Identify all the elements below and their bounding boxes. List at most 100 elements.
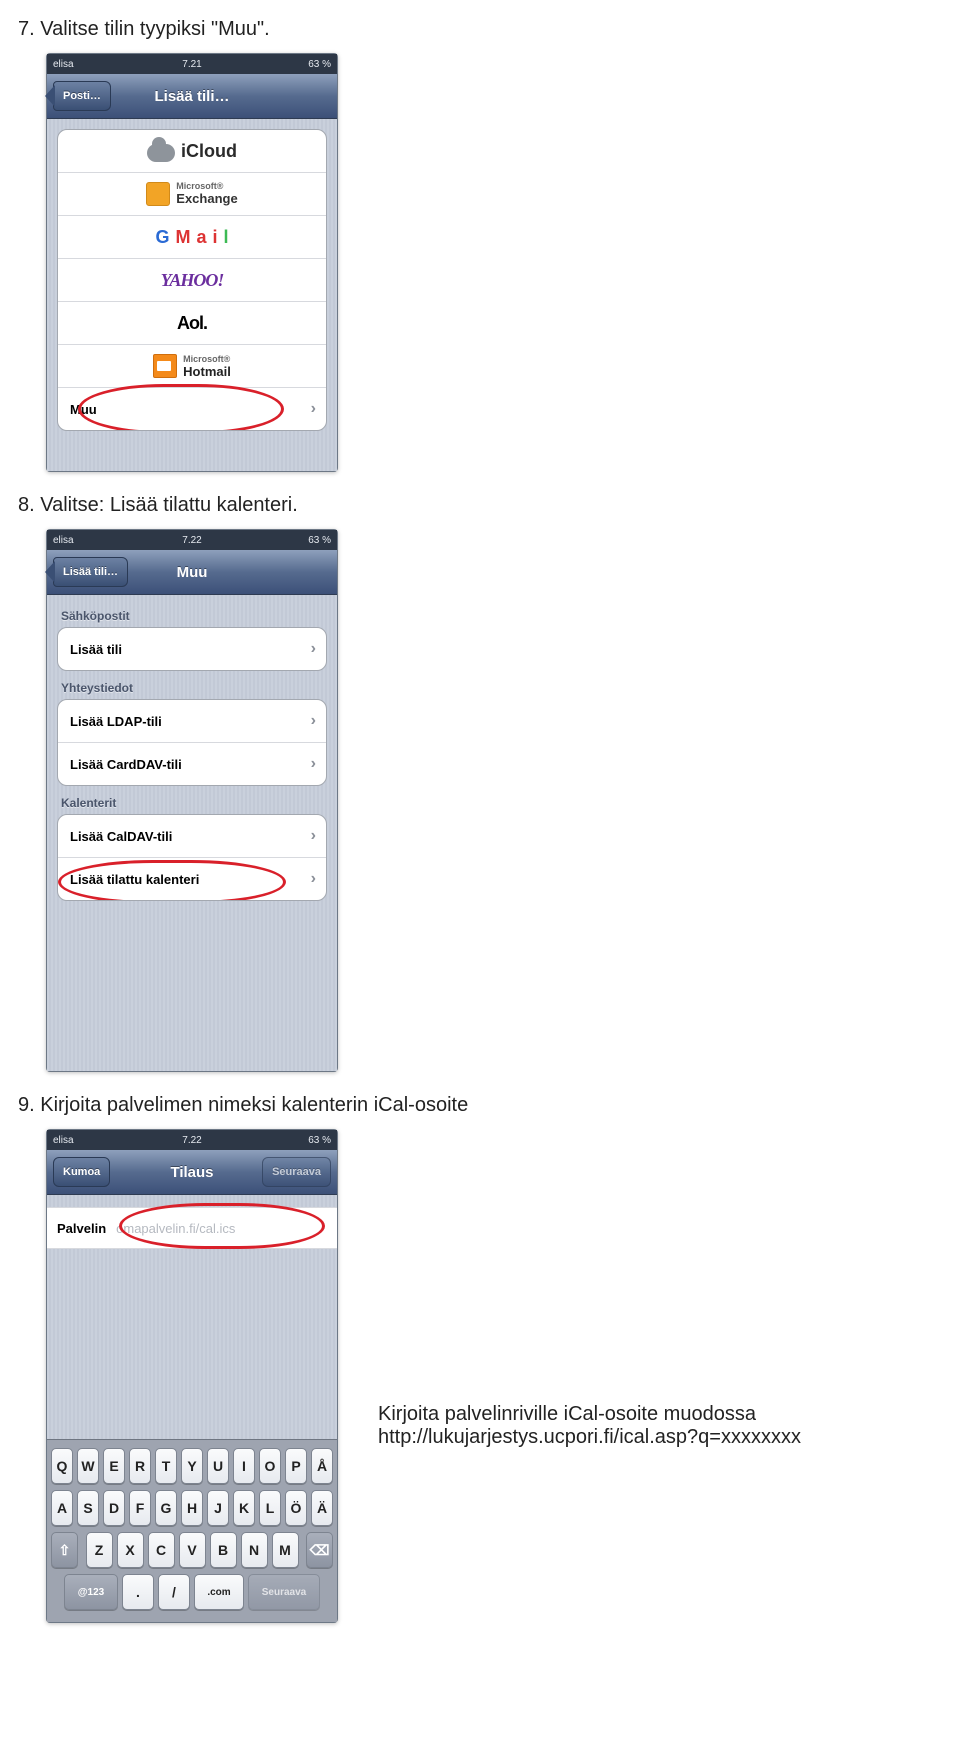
cloud-icon [147,144,175,162]
key-e[interactable]: E [103,1448,125,1484]
carrier-label: elisa [53,1135,74,1146]
step-9: 9. Kirjoita palvelimen nimeksi kalenteri… [18,1094,942,1669]
key-t[interactable]: T [155,1448,177,1484]
status-bar: elisa 7.22 63 % [47,530,337,550]
key-s[interactable]: S [77,1490,99,1526]
exchange-icon [146,182,170,206]
key-a[interactable]: A [51,1490,73,1526]
chevron-right-icon: › [311,712,316,730]
key-r[interactable]: R [129,1448,151,1484]
key-n[interactable]: N [241,1532,268,1568]
carrier-label: elisa [53,59,74,70]
back-button[interactable]: Lisää tili… [53,557,128,587]
key-ö[interactable]: Ö [285,1490,307,1526]
key-c[interactable]: C [148,1532,175,1568]
navbar-title: Lisää tili… [154,88,229,105]
provider-muu[interactable]: Muu › [58,387,326,430]
key-j[interactable]: J [207,1490,229,1526]
status-time: 7.21 [182,59,201,70]
dot-key[interactable]: . [122,1574,154,1610]
group-contacts: Lisää LDAP-tili › Lisää CardDAV-tili › [57,699,327,786]
key-ä[interactable]: Ä [311,1490,333,1526]
step-7-text: 7. Valitse tilin tyypiksi "Muu". [18,18,942,41]
key-u[interactable]: U [207,1448,229,1484]
row-lisaa-tili[interactable]: Lisää tili › [58,628,326,670]
key-h[interactable]: H [181,1490,203,1526]
content-area: iCloud Microsoft®Exchange GMail YAHOO! A… [47,119,337,441]
battery-label: 63 % [308,1135,331,1146]
group-calendars: Lisää CalDAV-tili › Lisää tilattu kalent… [57,814,327,901]
key-o[interactable]: O [259,1448,281,1484]
section-yhteystiedot: Yhteystiedot [61,681,323,695]
server-field-row[interactable]: Palvelin omapalvelin.fi/cal.ics [47,1207,337,1249]
provider-aol[interactable]: Aol. [58,301,326,344]
key-y[interactable]: Y [181,1448,203,1484]
content-area: Sähköpostit Lisää tili › Yhteystiedot Li… [47,595,337,911]
key-w[interactable]: W [77,1448,99,1484]
back-button[interactable]: Posti… [53,81,111,111]
note-line-2: http://lukujarjestys.ucpori.fi/ical.asp?… [378,1426,938,1449]
row-lisaa-tilattu-kalenteri[interactable]: Lisää tilattu kalenteri › [58,857,326,900]
group-email: Lisää tili › [57,627,327,671]
section-kalenterit: Kalenterit [61,796,323,810]
phone-screenshot-3: elisa 7.22 63 % Kumoa Tilaus Seuraava Pa… [46,1129,338,1623]
key-l[interactable]: L [259,1490,281,1526]
row-lisaa-ldap[interactable]: Lisää LDAP-tili › [58,700,326,742]
key-x[interactable]: X [117,1532,144,1568]
next-button[interactable]: Seuraava [262,1157,331,1187]
status-time: 7.22 [182,535,201,546]
keyboard-row-4: @123 . / .com Seuraava [51,1574,333,1610]
shift-key[interactable]: ⇧ [51,1532,78,1568]
section-sahkopostit: Sähköpostit [61,609,323,623]
backspace-key[interactable]: ⌫ [306,1532,333,1568]
slash-key[interactable]: / [158,1574,190,1610]
keyboard-row-3: ⇧ ZXCVBNM ⌫ [51,1532,333,1568]
keyboard-row-2: ASDFGHJKLÖÄ [51,1490,333,1526]
key-g[interactable]: G [155,1490,177,1526]
chevron-right-icon: › [311,827,316,845]
aol-logo: Aol. [177,313,207,334]
key-v[interactable]: V [179,1532,206,1568]
key-k[interactable]: K [233,1490,255,1526]
key-å[interactable]: Å [311,1448,333,1484]
side-note: Kirjoita palvelinriville iCal-osoite muo… [378,1403,938,1449]
status-bar: elisa 7.21 63 % [47,54,337,74]
chevron-right-icon: › [311,755,316,773]
provider-gmail[interactable]: GMail [58,215,326,258]
chevron-right-icon: › [311,400,316,418]
cancel-button[interactable]: Kumoa [53,1157,110,1187]
provider-icloud[interactable]: iCloud [58,130,326,172]
server-field-placeholder: omapalvelin.fi/cal.ics [116,1221,235,1236]
provider-yahoo[interactable]: YAHOO! [58,258,326,301]
row-lisaa-carddav[interactable]: Lisää CardDAV-tili › [58,742,326,785]
key-q[interactable]: Q [51,1448,73,1484]
bottom-pad [47,911,337,1071]
status-bar: elisa 7.22 63 % [47,1130,337,1150]
step-8: 8. Valitse: Lisää tilattu kalenteri. eli… [18,494,942,1072]
provider-hotmail[interactable]: Microsoft®Hotmail [58,344,326,387]
keyboard: QWERTYUIOPÅ ASDFGHJKLÖÄ ⇧ ZXCVBNM ⌫ @123… [47,1439,337,1622]
key-z[interactable]: Z [86,1532,113,1568]
key-p[interactable]: P [285,1448,307,1484]
numbers-key[interactable]: @123 [64,1574,118,1610]
navbar: Lisää tili… Muu [47,550,337,595]
dotcom-key[interactable]: .com [194,1574,244,1610]
gmail-logo: GMail [155,227,228,248]
provider-exchange[interactable]: Microsoft®Exchange [58,172,326,215]
keyboard-next-key[interactable]: Seuraava [248,1574,320,1610]
battery-label: 63 % [308,59,331,70]
key-i[interactable]: I [233,1448,255,1484]
chevron-right-icon: › [311,640,316,658]
bottom-pad [47,441,337,471]
content-area: Palvelin omapalvelin.fi/cal.ics [47,1195,337,1249]
key-f[interactable]: F [129,1490,151,1526]
key-m[interactable]: M [272,1532,299,1568]
hotmail-icon [153,354,177,378]
key-b[interactable]: B [210,1532,237,1568]
row-lisaa-caldav[interactable]: Lisää CalDAV-tili › [58,815,326,857]
navbar: Posti… Lisää tili… [47,74,337,119]
phone-screenshot-2: elisa 7.22 63 % Lisää tili… Muu Sähköpos… [46,529,338,1072]
carrier-label: elisa [53,535,74,546]
key-d[interactable]: D [103,1490,125,1526]
battery-label: 63 % [308,535,331,546]
